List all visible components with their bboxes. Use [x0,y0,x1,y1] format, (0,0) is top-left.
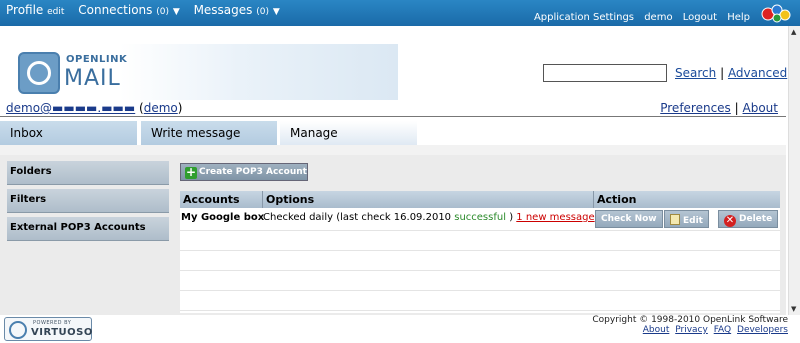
copyright-block: Copyright © 1998-2010 OpenLink Software … [592,315,788,335]
top-navigation-bar: Profile edit Connections (0) ▼ Messages … [0,0,800,26]
profile-label: Profile [6,3,44,17]
table-row: My Google box Checked daily (last check … [180,208,780,231]
search-link[interactable]: Search [675,66,716,80]
search-input[interactable] [543,64,667,82]
application-settings-link[interactable]: Application Settings [534,12,634,23]
virtuoso-logo-icon [9,321,27,339]
sidebar-item-external-pop3-accounts[interactable]: External POP3 Accounts [7,217,169,241]
search-separator: | [720,66,725,80]
links-separator: | [734,101,739,115]
delete-label: Delete [739,214,773,224]
powered-by-label: POWERED BY [33,320,72,326]
manage-sidebar: Folders Filters External POP3 Accounts [0,155,176,315]
profile-menu[interactable]: Profile edit [6,3,68,17]
connections-label: Connections [78,3,153,17]
footer-privacy-link[interactable]: Privacy [675,325,708,335]
connections-count: (0) [156,7,169,17]
column-header-action: Action [597,193,637,206]
create-pop3-account-label: Create POP3 Account [199,167,307,177]
table-row-empty [180,231,780,251]
help-link[interactable]: Help [727,12,750,23]
mail-logo-icon [18,52,60,94]
footer-faq-link[interactable]: FAQ [714,325,731,335]
scroll-down-arrow-icon[interactable]: ▼ [791,305,796,313]
copyright-text: Copyright © 1998-2010 OpenLink Software [592,315,788,325]
sidebar-item-filters[interactable]: Filters [7,189,169,213]
footer: POWERED BY VIRTUOSO Copyright © 1998-201… [0,315,800,343]
preferences-link[interactable]: Preferences [660,101,731,115]
options-close: ) [509,212,514,223]
powered-by-virtuoso-badge[interactable]: POWERED BY VIRTUOSO [4,317,92,341]
footer-about-link[interactable]: About [643,325,670,335]
search-links: Search | Advanced [675,66,787,80]
delete-icon: ✕ [724,215,736,227]
table-row-empty [180,271,780,291]
messages-menu[interactable]: Messages (0) ▼ [194,3,280,17]
messages-count: (0) [256,7,269,17]
advanced-search-link[interactable]: Advanced [728,66,787,80]
table-row-empty [180,251,780,271]
new-message-link[interactable]: 1 new message [516,212,594,223]
about-link[interactable]: About [743,101,778,115]
page: Profile edit Connections (0) ▼ Messages … [0,0,800,343]
scroll-up-arrow-icon[interactable]: ▲ [791,28,796,36]
plus-icon: + [185,165,197,179]
tab-inbox[interactable]: Inbox [0,121,137,145]
user-link[interactable]: demo [644,12,672,23]
edit-button[interactable]: Edit [664,210,709,228]
column-separator [262,191,263,208]
tab-manage[interactable]: Manage [280,121,417,145]
column-header-accounts: Accounts [183,193,240,206]
openlink-bubbles-icon [761,4,791,23]
tab-write-message[interactable]: Write message [141,121,277,145]
footer-links: About Privacy FAQ Developers [592,325,788,335]
account-name: My Google box [181,212,265,223]
logo-brand: OPENLINK [66,54,128,65]
sidebar-item-folders[interactable]: Folders [7,161,169,185]
check-status: successful [454,212,506,223]
tab-content-top [0,145,786,155]
app-header-banner: OPENLINK MAIL [0,44,398,100]
footer-developers-link[interactable]: Developers [737,325,788,335]
account-links: Preferences | About [660,101,778,115]
edit-label: Edit [683,216,703,226]
edit-icon [670,214,680,225]
check-now-button[interactable]: Check Now [595,210,663,228]
delete-button[interactable]: ✕ Delete [718,210,779,228]
user-identity: demo@▬▬▬▬.▬▬▬ (demo) [6,101,183,115]
accounts-table: Accounts Options Action My Google box Ch… [180,191,780,313]
user-email-link[interactable]: demo@▬▬▬▬.▬▬▬ [6,101,135,115]
top-right-links: Application Settings demo Logout Help [527,12,750,23]
vertical-scrollbar[interactable]: ▲ ▼ [788,26,800,315]
logo-product: MAIL [64,66,121,91]
profile-edit-link[interactable]: edit [47,7,64,17]
chevron-down-icon[interactable]: ▼ [173,7,180,17]
chevron-down-icon[interactable]: ▼ [273,7,280,17]
column-header-options: Options [266,193,315,206]
account-options: Checked daily (last check 16.09.2010 suc… [263,212,595,223]
create-pop3-account-button[interactable]: + Create POP3 Account [180,163,308,181]
connections-menu[interactable]: Connections (0) ▼ [78,3,183,17]
user-name-link[interactable]: demo [144,101,178,115]
table-header: Accounts Options Action [180,191,780,208]
check-schedule: Checked daily (last check 16.09.2010 [263,212,452,223]
column-separator [593,191,594,208]
top-menu: Profile edit Connections (0) ▼ Messages … [6,3,290,17]
header-divider [0,116,786,117]
pop3-accounts-panel: + Create POP3 Account Accounts Options Ac… [176,155,786,315]
virtuoso-label: VIRTUOSO [31,327,93,338]
logout-link[interactable]: Logout [683,12,717,23]
table-row-empty [180,291,780,311]
messages-label: Messages [193,3,253,17]
